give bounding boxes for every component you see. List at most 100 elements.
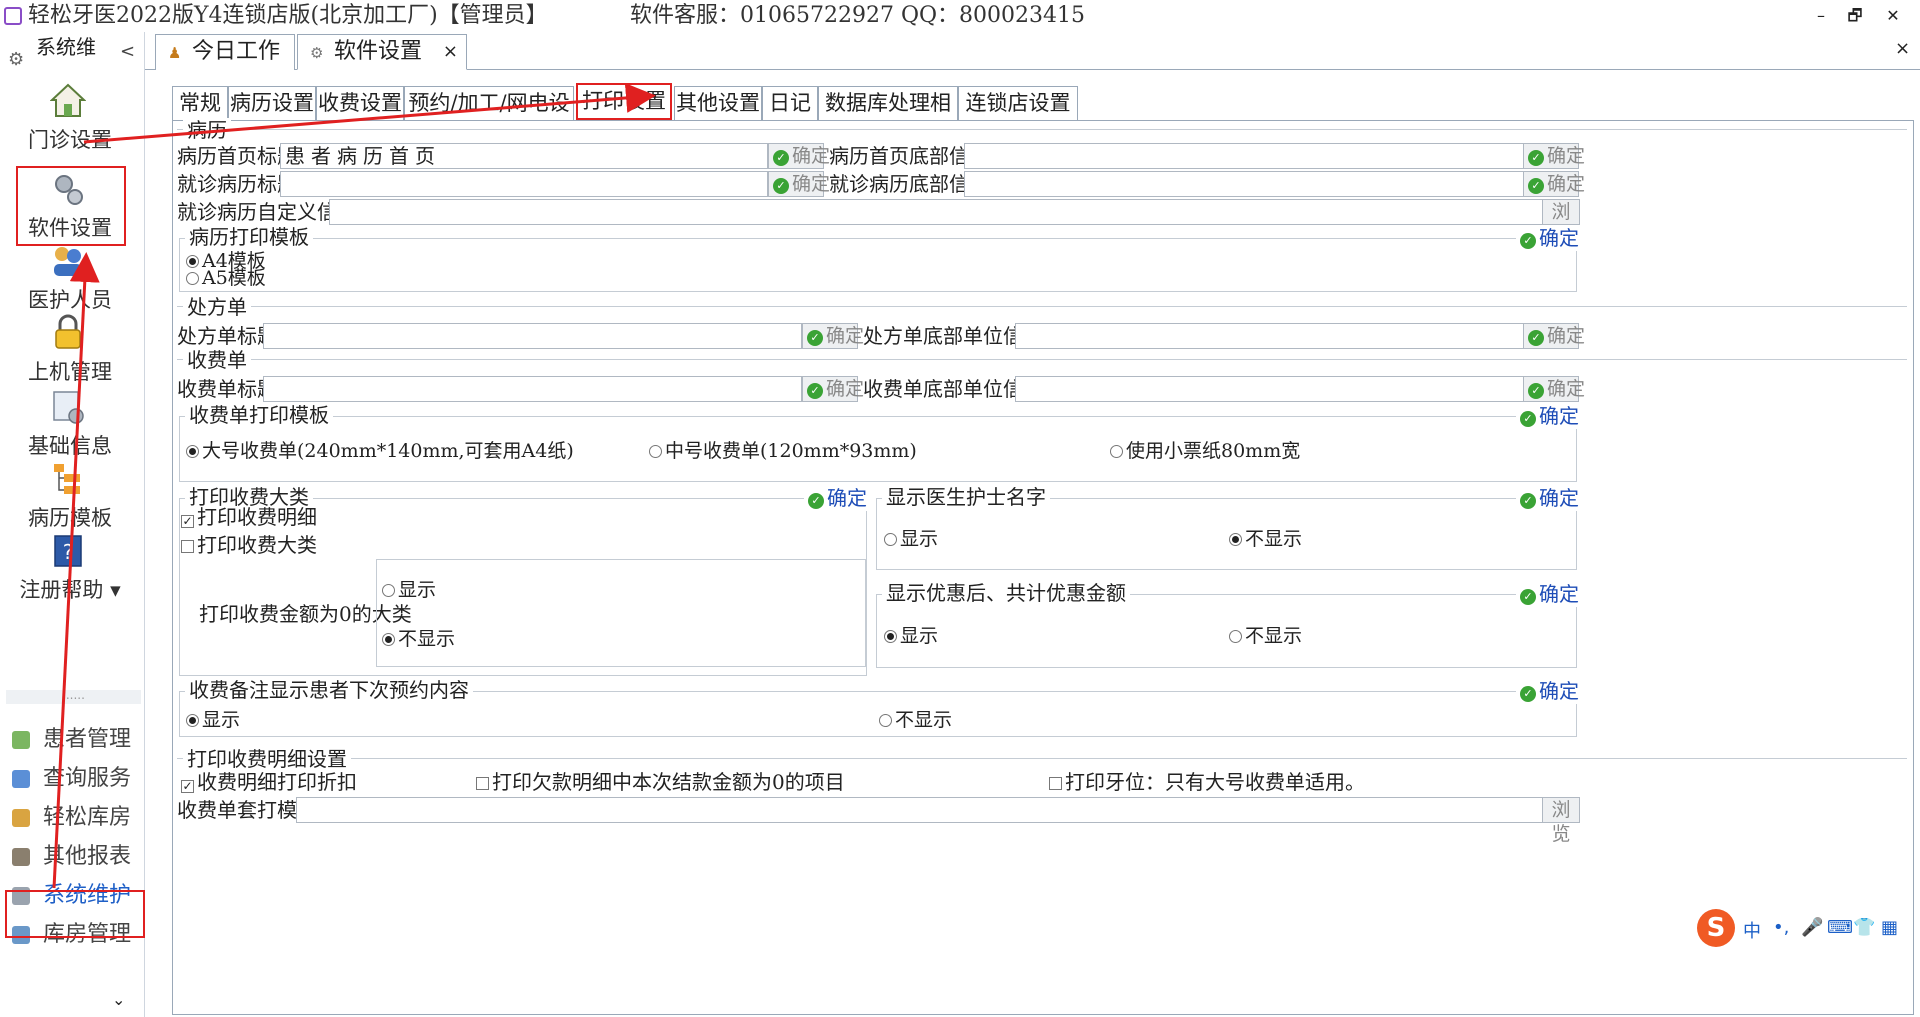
module-easy-warehouse[interactable]: 轻松库房 — [8, 798, 143, 838]
radio-doctor-hide[interactable]: 不显示 — [1229, 527, 1302, 551]
tab-other-settings[interactable]: 其他设置 — [674, 86, 762, 120]
keyboard-icon[interactable]: ⌨ — [1827, 917, 1853, 938]
collapse-icon[interactable]: < — [120, 34, 135, 70]
tab-diary[interactable]: 日记 — [762, 86, 818, 120]
sidebar-header: ⚙ 系统维 < — [0, 34, 145, 70]
check-icon: ✓ — [1528, 178, 1544, 194]
module-patient-management[interactable]: 患者管理 — [8, 720, 143, 760]
radio-dot — [884, 630, 897, 643]
document-tabs: ♟ 今日工作 ⚙ 软件设置 × — [145, 32, 1920, 70]
radio-discount-hide[interactable]: 不显示 — [1229, 624, 1302, 648]
radio-medium-receipt[interactable]: 中号收费单(120mm*93mm) — [649, 439, 917, 463]
record-template-title: 病历打印模板 — [185, 225, 313, 249]
radio-zero-show[interactable]: 显示 — [382, 578, 436, 602]
receipt-footer-input[interactable] — [1015, 376, 1524, 402]
confirm-button[interactable]: ✓ 确定 — [1523, 171, 1585, 197]
radio-next-show[interactable]: 显示 — [186, 708, 240, 732]
confirm-button[interactable]: ✓ 确定 — [768, 143, 830, 169]
radio-large-receipt[interactable]: 大号收费单(240mm*140mm,可套用A4纸) — [186, 439, 574, 463]
confirm-button[interactable]: ✓ 确定 — [1523, 323, 1585, 349]
confirm-button[interactable]: ✓ 确定 — [802, 323, 864, 349]
microphone-icon[interactable]: 🎤 — [1801, 917, 1823, 938]
receipt-section-title: 收费单 — [183, 348, 251, 372]
sidebar-item-registration-help[interactable]: ? 注册帮助 ▾ — [0, 528, 140, 616]
lock-icon — [50, 314, 86, 352]
radio-dot — [382, 584, 395, 597]
category-print-confirm[interactable]: ✓ 确定 — [804, 485, 867, 511]
tab-print-settings[interactable]: 打印设置 — [576, 83, 672, 120]
confirm-button[interactable]: ✓ 确定 — [768, 171, 830, 197]
tab-software-settings[interactable]: ⚙ 软件设置 × — [297, 34, 467, 70]
visit-footer-input[interactable] — [964, 171, 1524, 197]
dropdown-caret-icon[interactable]: ▾ — [110, 578, 121, 602]
radio-doctor-show[interactable]: 显示 — [884, 527, 938, 551]
tab-database[interactable]: 数据库处理相关 — [818, 86, 958, 147]
browse-button[interactable]: 浏览 — [1542, 797, 1580, 845]
checkbox-print-discount[interactable]: ✓ 收费明细打印折扣 — [181, 769, 357, 795]
radio-dot — [1229, 630, 1242, 643]
punctuation-icon[interactable]: •, — [1773, 917, 1789, 938]
receipt-title-input[interactable] — [263, 376, 802, 402]
detail-settings-title: 打印收费明细设置 — [183, 747, 351, 771]
gears-icon: ⚙ — [310, 44, 324, 62]
browse-button[interactable]: 浏览 — [1542, 199, 1580, 247]
visit-custom-input[interactable] — [329, 199, 1543, 225]
close-tab-icon[interactable]: × — [443, 35, 458, 69]
module-label: 其他报表 — [43, 844, 132, 869]
tab-today-work[interactable]: ♟ 今日工作 — [155, 34, 295, 70]
prescription-footer-input[interactable] — [1015, 323, 1524, 349]
radio-zero-hide[interactable]: 不显示 — [382, 627, 455, 651]
prescription-title-label: 处方单标题 — [177, 324, 277, 348]
confirm-button[interactable]: ✓ 确定 — [1523, 376, 1585, 402]
checkbox-print-tooth[interactable]: 打印牙位：只有大号收费单适用。 — [1049, 769, 1365, 795]
radio-a5-template[interactable]: A5模板 — [186, 266, 266, 290]
radio-next-hide[interactable]: 不显示 — [879, 708, 952, 732]
checkbox-print-detail[interactable]: ✓ 打印收费明细 — [181, 504, 317, 530]
first-page-title-input[interactable]: 患者病历首页 — [280, 143, 768, 169]
visit-title-input[interactable] — [280, 171, 768, 197]
next-appointment-confirm[interactable]: ✓ 确定 — [1516, 678, 1579, 704]
record-template-confirm[interactable]: ✓ 确定 — [1516, 225, 1579, 251]
apps-icon[interactable]: ▦ — [1881, 917, 1898, 938]
sidebar-item-clinic-settings[interactable]: 门诊设置 — [0, 78, 140, 166]
svg-text:?: ? — [63, 540, 74, 564]
discount-confirm[interactable]: ✓ 确定 — [1516, 581, 1579, 607]
staff-icon — [50, 242, 86, 280]
skin-icon[interactable]: 👕 — [1853, 917, 1875, 938]
ime-mode-icon[interactable]: 中 — [1743, 917, 1761, 943]
checkbox-print-zero-debt[interactable]: 打印欠款明细中本次结款金额为0的项目 — [476, 769, 845, 795]
check-icon: ✓ — [807, 383, 823, 399]
minimize-button[interactable]: – — [1806, 4, 1836, 28]
sidebar-item-label: 注册帮助 ▾ — [19, 578, 121, 602]
radio-dot — [186, 272, 199, 285]
module-other-reports[interactable]: 其他报表 — [8, 837, 143, 877]
close-all-icon[interactable]: × — [1895, 38, 1910, 59]
doctor-name-confirm[interactable]: ✓ 确定 — [1516, 485, 1579, 511]
tab-charge-settings[interactable]: 收费设置 — [316, 86, 404, 120]
checkbox-print-category[interactable]: 打印收费大类 — [181, 532, 317, 558]
sogou-logo-icon[interactable]: S — [1697, 909, 1735, 947]
discount-title: 显示优惠后、共计优惠金额 — [882, 581, 1130, 605]
gears-icon: ⚙ — [8, 49, 25, 70]
more-icon[interactable]: ⌄ — [112, 990, 125, 1009]
checkbox-box: ✓ — [181, 779, 194, 793]
radio-discount-show[interactable]: 显示 — [884, 624, 938, 648]
receipt-template-confirm[interactable]: ✓ 确定 — [1516, 403, 1579, 429]
tab-appointment-settings[interactable]: 预约/加工/网电设置 — [404, 86, 574, 147]
close-button[interactable]: ✕ — [1878, 4, 1908, 28]
tab-record-settings[interactable]: 病历设置 — [228, 86, 316, 120]
radio-small-receipt[interactable]: 使用小票纸80mm宽 — [1110, 439, 1300, 463]
prescription-title-input[interactable] — [263, 323, 802, 349]
module-query-service[interactable]: 查询服务 — [8, 759, 143, 799]
printer-icon — [12, 848, 30, 866]
tab-general[interactable]: 常规 — [172, 86, 228, 120]
first-page-footer-input[interactable] — [964, 143, 1524, 169]
restore-button[interactable]: 🗗 — [1840, 4, 1870, 28]
overlay-template-input[interactable] — [296, 797, 1543, 823]
settings-content: 常规 病历设置 收费设置 预约/加工/网电设置 打印设置 其他设置 日记 数据库… — [160, 80, 1915, 1017]
confirm-button[interactable]: ✓ 确定 — [1523, 143, 1585, 169]
confirm-button[interactable]: ✓ 确定 — [802, 376, 864, 402]
tab-chain-store[interactable]: 连锁店设置 — [958, 86, 1078, 120]
sidebar-splitter[interactable]: ...... — [6, 688, 141, 704]
radio-dot — [1229, 533, 1242, 546]
